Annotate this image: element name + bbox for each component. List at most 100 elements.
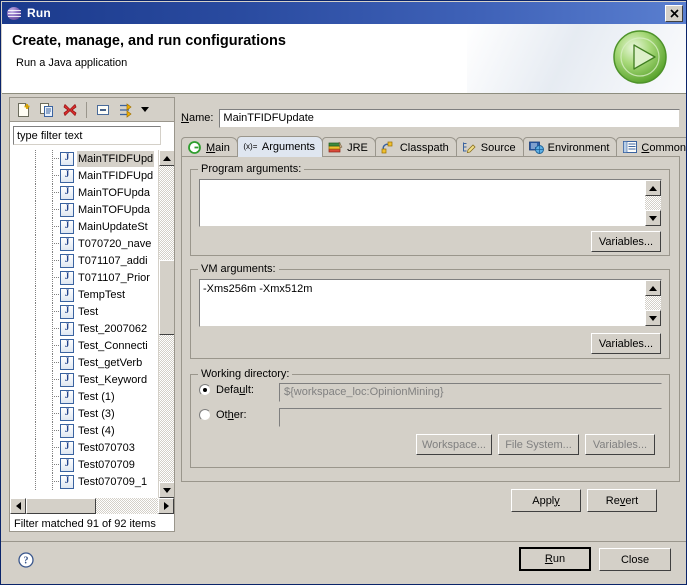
list-item[interactable]: TempTest: [10, 286, 160, 303]
tab-classpath[interactable]: Classpath: [374, 137, 457, 157]
list-item[interactable]: MainTFIDFUpd: [10, 150, 160, 167]
apply-button[interactable]: Apply: [511, 489, 581, 512]
vm-arguments-variables-button[interactable]: Variables...: [591, 333, 661, 354]
list-item[interactable]: Test: [10, 303, 160, 320]
java-class-icon: [60, 253, 74, 268]
program-arguments-variables-button[interactable]: Variables...: [591, 231, 661, 252]
revert-button[interactable]: Revert: [587, 489, 657, 512]
workspace-button[interactable]: Workspace...: [416, 434, 492, 455]
tree-elbow-line: [52, 277, 60, 278]
other-directory-input[interactable]: [279, 408, 662, 427]
classpath-icon: [381, 141, 396, 155]
program-args-scroll-up[interactable]: [645, 180, 661, 196]
tree-elbow-line: [52, 311, 60, 312]
close-button[interactable]: Close: [599, 548, 671, 571]
tab-jre[interactable]: JRE: [322, 137, 376, 157]
list-item[interactable]: Test070709_1: [10, 473, 160, 490]
configuration-name-input[interactable]: [219, 108, 680, 128]
list-item[interactable]: Test_getVerb: [10, 354, 160, 371]
tab-environment[interactable]: Environment: [522, 137, 618, 157]
list-item[interactable]: MainUpdateSt: [10, 218, 160, 235]
list-item[interactable]: T071107_Prior: [10, 269, 160, 286]
scroll-left-button[interactable]: [10, 498, 26, 514]
file-system-button[interactable]: File System...: [498, 434, 579, 455]
filter-input[interactable]: [13, 126, 161, 145]
default-directory-radio-row[interactable]: Default:: [199, 384, 254, 396]
run-configurations-dialog: Run Create, manage, and run configuratio…: [0, 0, 687, 585]
list-item[interactable]: MainTFIDFUpd: [10, 167, 160, 184]
list-item[interactable]: MainTOFUpda: [10, 184, 160, 201]
program-args-scrollbar[interactable]: [645, 180, 661, 226]
page-subtitle: Run a Java application: [16, 57, 128, 69]
java-class-icon: [60, 168, 74, 183]
java-class-icon: [60, 457, 74, 472]
default-directory-value: ${workspace_loc:OpinionMining}: [279, 383, 662, 402]
tree-vertical-scrollbar[interactable]: [158, 150, 174, 498]
list-item[interactable]: Test_Connecti: [10, 337, 160, 354]
other-directory-radio-row[interactable]: Other:: [199, 409, 247, 421]
new-launch-configuration-icon[interactable]: [14, 100, 34, 120]
tree-elbow-line: [52, 379, 60, 380]
collapse-all-icon[interactable]: [93, 100, 113, 120]
java-class-icon: [60, 338, 74, 353]
tab-source[interactable]: Source: [455, 137, 524, 157]
list-item[interactable]: Test_2007062: [10, 320, 160, 337]
page-title: Create, manage, and run configurations: [12, 33, 286, 49]
other-directory-radio[interactable]: [199, 409, 211, 421]
tree-elbow-line: [52, 481, 60, 482]
list-item[interactable]: Test (1): [10, 388, 160, 405]
duplicate-icon[interactable]: [37, 100, 57, 120]
vm-args-scroll-up[interactable]: [645, 280, 661, 296]
list-item[interactable]: Test070709: [10, 456, 160, 473]
scroll-up-button[interactable]: [159, 150, 174, 166]
run-play-icon: [611, 28, 669, 86]
program-arguments-group: Program arguments: Variables...: [190, 163, 670, 256]
tree-elbow-line: [52, 158, 60, 159]
program-arguments-textarea[interactable]: [199, 179, 662, 227]
list-item-label: TempTest: [78, 288, 126, 301]
main-green-g-icon: [187, 140, 202, 155]
default-directory-radio[interactable]: [199, 384, 211, 396]
view-menu-chevron-icon[interactable]: [139, 100, 151, 120]
list-item-label: Test (4): [78, 424, 115, 437]
tree-guide-line: [35, 371, 36, 388]
tree-guide-line: [35, 422, 36, 439]
launch-configurations-panel: MainTFIDFUpd MainTFIDFUpd MainTOFUpda MainT…: [9, 97, 175, 532]
tab-main[interactable]: Main: [181, 137, 238, 157]
list-item[interactable]: Test_Keyword: [10, 371, 160, 388]
filter-status-text: Filter matched 91 of 92 items: [14, 518, 156, 530]
filter-icon[interactable]: [116, 100, 136, 120]
source-pencil-icon: [462, 141, 477, 155]
scroll-right-button[interactable]: [158, 498, 174, 514]
close-icon[interactable]: [665, 4, 683, 22]
list-item[interactable]: Test (4): [10, 422, 160, 439]
delete-icon[interactable]: [60, 100, 80, 120]
list-item-label: Test (3): [78, 407, 115, 420]
vm-args-scroll-down[interactable]: [645, 310, 661, 326]
list-item[interactable]: MainTOFUpda: [10, 201, 160, 218]
tree-guide-line: [35, 201, 36, 218]
list-item[interactable]: Test070703: [10, 439, 160, 456]
run-button[interactable]: Run: [519, 547, 591, 571]
launch-config-tree: MainTFIDFUpd MainTFIDFUpd MainTOFUpda MainT…: [9, 150, 175, 532]
list-item[interactable]: T071107_addi: [10, 252, 160, 269]
working-directory-variables-button[interactable]: Variables...: [585, 434, 655, 455]
vm-arguments-textarea[interactable]: -Xms256m -Xmx512m: [199, 279, 662, 327]
launch-config-list[interactable]: MainTFIDFUpd MainTFIDFUpd MainTOFUpda MainT…: [10, 150, 160, 498]
tab-common[interactable]: Common: [616, 137, 686, 157]
arguments-xequals-icon: (x)=: [243, 142, 258, 151]
java-class-icon: [60, 219, 74, 234]
list-item[interactable]: T070720_nave: [10, 235, 160, 252]
tree-guide-line: [35, 218, 36, 235]
tab-label: Classpath: [399, 141, 449, 154]
vm-args-scrollbar[interactable]: [645, 280, 661, 326]
vertical-scroll-thumb[interactable]: [159, 260, 174, 335]
help-question-icon[interactable]: ?: [18, 552, 34, 568]
java-class-icon: [60, 474, 74, 489]
list-item[interactable]: Test (3): [10, 405, 160, 422]
program-args-scroll-down[interactable]: [645, 210, 661, 226]
scroll-down-button[interactable]: [159, 482, 174, 498]
tab-arguments[interactable]: (x)= Arguments: [236, 136, 324, 157]
tree-horizontal-scrollbar[interactable]: [10, 498, 174, 514]
horizontal-scroll-thumb[interactable]: [26, 498, 96, 514]
